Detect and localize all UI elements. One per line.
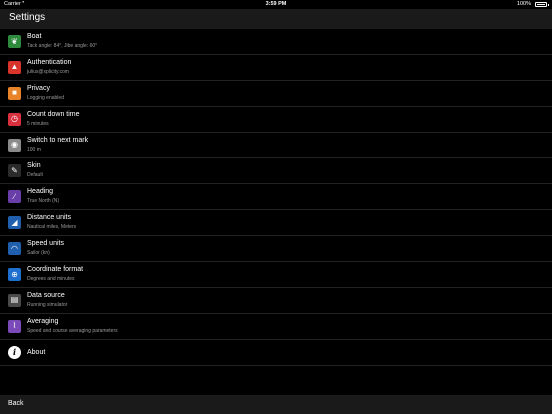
settings-row-subtitle: Default bbox=[27, 172, 43, 179]
settings-row-subtitle: 5 minutes bbox=[27, 120, 49, 127]
settings-row-coordinate-format[interactable]: ⊕ Coordinate format Degrees and minutes bbox=[0, 262, 552, 288]
target-icon: ◉ bbox=[8, 138, 21, 152]
info-icon: i bbox=[8, 345, 21, 359]
timer-icon: ◷ bbox=[8, 112, 21, 126]
status-time: 3:59 PM bbox=[265, 1, 287, 7]
settings-row-label: Boat bbox=[27, 33, 42, 40]
ruler-icon: ◢ bbox=[8, 216, 21, 230]
globe-icon: ⊕ bbox=[8, 268, 21, 282]
settings-row-skin[interactable]: ✎ Skin Default bbox=[0, 158, 552, 185]
navigation-bar: Settings bbox=[0, 9, 552, 29]
settings-row-label: Skin bbox=[27, 162, 41, 170]
settings-row-label: Coordinate format bbox=[27, 266, 84, 274]
settings-row-switch-to-next-mark[interactable]: ◉ Switch to next mark 100 m bbox=[0, 133, 552, 159]
settings-row-averaging[interactable]: ⌇ Averaging Speed and course averaging par… bbox=[0, 314, 552, 340]
settings-row-boat[interactable]: ❦ Boat Tack angle: 84°, Jibe angle: 60° bbox=[0, 29, 552, 55]
heading-icon: ∕ bbox=[8, 190, 21, 204]
settings-row-about[interactable]: i About bbox=[0, 340, 552, 366]
back-button[interactable]: Back bbox=[8, 400, 24, 407]
settings-row-subtitle: Running simulator bbox=[27, 301, 68, 308]
settings-row-distance-units[interactable]: ◢ Distance units Nautical miles, Meters bbox=[0, 210, 552, 237]
settings-row-subtitle: True North (N) bbox=[27, 198, 60, 205]
settings-row-subtitle: Sailor (kn) bbox=[27, 250, 50, 257]
settings-row-label: Authentication bbox=[27, 58, 72, 66]
settings-row-label: About bbox=[27, 348, 46, 356]
settings-row-label: Count down time bbox=[27, 110, 80, 118]
speedometer-icon: ◠ bbox=[8, 242, 21, 256]
settings-row-subtitle: Tack angle: 84°, Jibe angle: 60° bbox=[27, 43, 98, 49]
settings-row-label: Switch to next mark bbox=[27, 136, 89, 144]
status-bar: Carrier ◔ 3:59 PM 100% bbox=[0, 0, 552, 9]
settings-row-privacy[interactable]: ■ Privacy Logging enabled bbox=[0, 81, 552, 107]
bottom-toolbar: Back bbox=[0, 395, 552, 414]
settings-row-label: Speed units bbox=[27, 240, 64, 248]
graph-icon: ⌇ bbox=[8, 319, 21, 333]
settings-list: ❦ Boat Tack angle: 84°, Jibe angle: 60° ▲ Au… bbox=[0, 29, 552, 366]
settings-row-subtitle: 100 m bbox=[27, 146, 41, 153]
page-title: Settings bbox=[9, 12, 46, 23]
settings-row-heading[interactable]: ∕ Heading True North (N) bbox=[0, 184, 552, 211]
battery-percent: 100% bbox=[516, 1, 531, 7]
data-icon: ▤ bbox=[8, 293, 21, 307]
brush-icon: ✎ bbox=[8, 164, 21, 178]
user-icon: ▲ bbox=[8, 60, 21, 74]
settings-row-subtitle: Speed and course averaging parameters bbox=[27, 327, 118, 334]
settings-row-subtitle: Nautical miles, Meters bbox=[27, 224, 77, 231]
settings-row-label: Heading bbox=[27, 188, 54, 196]
settings-row-subtitle: julius@xplicity.com bbox=[27, 68, 69, 75]
battery-icon bbox=[535, 1, 549, 7]
settings-row-speed-units[interactable]: ◠ Speed units Sailor (kn) bbox=[0, 236, 552, 263]
settings-row-authentication[interactable]: ▲ Authentication julius@xplicity.com bbox=[0, 55, 552, 81]
settings-row-label: Distance units bbox=[27, 214, 71, 222]
settings-row-data-source[interactable]: ▤ Data source Running simulator bbox=[0, 288, 552, 314]
settings-row-subtitle: Degrees and minutes bbox=[27, 276, 75, 283]
settings-row-subtitle: Logging enabled bbox=[27, 94, 64, 101]
settings-row-label: Privacy bbox=[27, 84, 50, 92]
leaf-icon: ❦ bbox=[8, 35, 21, 48]
settings-row-label: Data source bbox=[27, 291, 65, 299]
settings-row-label: Averaging bbox=[27, 317, 59, 325]
lock-icon: ■ bbox=[8, 86, 21, 100]
settings-row-count-down-time[interactable]: ◷ Count down time 5 minutes bbox=[0, 107, 552, 133]
